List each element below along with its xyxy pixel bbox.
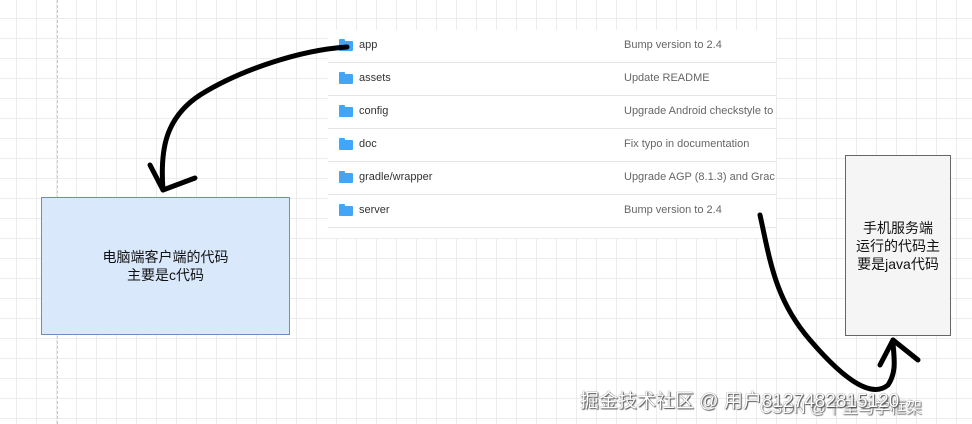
arrow-head-left [147,162,198,193]
arrow-head-right [877,337,921,368]
arrow-app-to-client [159,44,350,193]
arrow-server-to-phone [757,212,897,392]
hand-drawn-arrows [147,44,921,392]
juejin-watermark: 掘金技术社区 @ 用户8127482815120 [580,391,900,412]
